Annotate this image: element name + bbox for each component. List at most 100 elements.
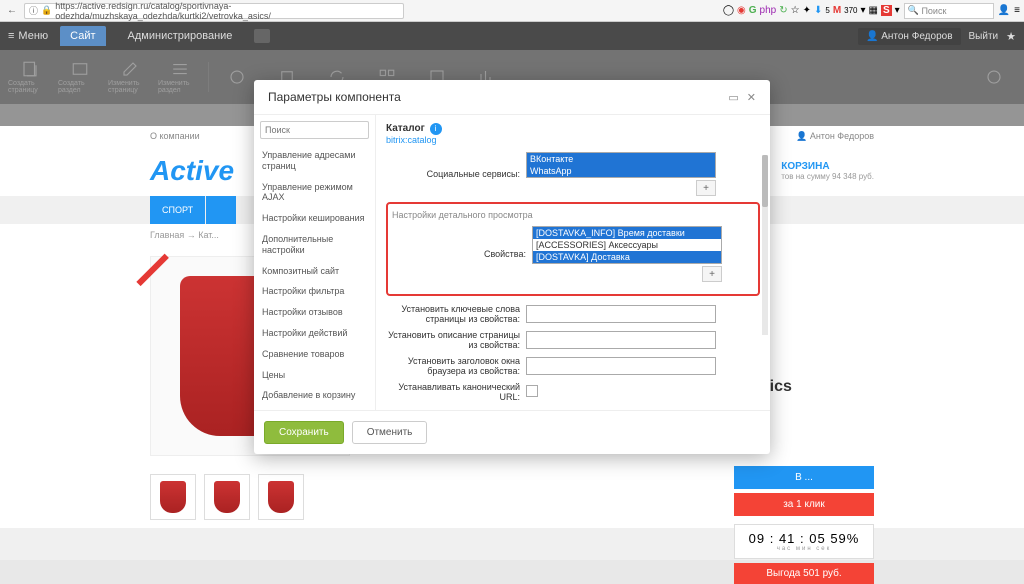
sale-ribbon [136, 254, 169, 287]
create-section-icon[interactable]: Создать раздел [58, 55, 102, 99]
sidebar-item[interactable]: Дополнительные настройки [254, 229, 375, 261]
url-bar[interactable]: ⓘ 🔒 https://active.redsign.ru/catalog/sp… [24, 3, 404, 19]
sidebar-item[interactable]: Настройки TOP'а [254, 406, 375, 410]
lock-icon: 🔒 [41, 5, 52, 16]
one-click-button[interactable]: за 1 клик [734, 493, 874, 516]
select-option[interactable]: [ACCESSORIES] Аксессуары [533, 239, 721, 251]
header-link[interactable]: О компании [150, 131, 200, 141]
debug-icon[interactable] [972, 55, 1016, 99]
profile-icon[interactable]: 👤 [998, 5, 1010, 16]
field-label: Устанавливать канонический URL: [386, 382, 520, 402]
tab-admin[interactable]: Администрирование [118, 26, 243, 46]
ext-icon[interactable]: ↻ [779, 5, 787, 16]
gmail-icon[interactable]: M [833, 5, 841, 16]
seo-icon[interactable] [215, 55, 259, 99]
mail-badge: 370 [844, 6, 857, 15]
select-option[interactable]: [DOSTAVKA_INFO] Время доставки [533, 227, 721, 239]
component-header: Каталог i bitrix:catalog [386, 123, 760, 146]
menu-button[interactable]: ≡ Меню [8, 30, 48, 42]
tab-site[interactable]: Сайт [60, 26, 105, 46]
back-icon[interactable]: ← [4, 3, 20, 19]
ext-icon[interactable]: ▾ [895, 5, 900, 16]
header-user[interactable]: 👤 Антон Федоров [796, 131, 874, 142]
sidebar-item[interactable]: Цены [254, 365, 375, 386]
nav-item[interactable]: СПОРТ [150, 196, 205, 224]
component-id[interactable]: bitrix:catalog [386, 135, 437, 145]
add-button[interactable]: + [702, 266, 722, 282]
field-description: Установить описание страницы из свойства… [386, 330, 760, 350]
info-icon: ⓘ [29, 4, 38, 17]
content-scrollbar[interactable] [762, 155, 768, 335]
star-icon[interactable]: ★ [1006, 30, 1016, 43]
wintitle-select[interactable] [526, 357, 716, 375]
site-logo[interactable]: Active [150, 155, 234, 187]
sidebar-item[interactable]: Сравнение товаров [254, 344, 375, 365]
canonical-checkbox[interactable] [526, 385, 538, 397]
create-page-icon[interactable]: Создать страницу [8, 55, 52, 99]
field-window-title: Установить заголовок окна браузера из св… [386, 356, 760, 376]
save-button[interactable]: Сохранить [264, 421, 344, 444]
field-canonical: Устанавливать канонический URL: [386, 382, 760, 402]
url-text: https://active.redsign.ru/catalog/sporti… [55, 1, 399, 21]
ext-icon[interactable]: php [760, 5, 777, 16]
sidebar-item[interactable]: Настройки фильтра [254, 281, 375, 302]
ext-icon[interactable]: G [749, 5, 757, 16]
ext-icon[interactable]: ◉ [737, 5, 746, 16]
select-option[interactable]: [DOSTAVKA] Доставка [533, 251, 721, 263]
sidebar-list[interactable]: Управление адресами страницУправление ре… [254, 145, 375, 410]
basket-widget[interactable]: КОРЗИНА тов на сумму 94 348 руб. [781, 161, 874, 181]
select-option[interactable]: WhatsApp [527, 165, 715, 177]
product-thumb[interactable] [258, 474, 304, 520]
sidebar-item[interactable]: Управление адресами страниц [254, 145, 375, 177]
discount-badge: Выгода 501 руб. [734, 563, 874, 584]
add-button[interactable]: + [696, 180, 716, 196]
field-label: Установить ключевые слова страницы из св… [386, 304, 520, 324]
modal-header: Параметры компонента ▭ ✕ [254, 80, 770, 115]
field-label: Установить заголовок окна браузера из св… [386, 356, 520, 376]
add-to-basket-button[interactable]: В ... [734, 466, 874, 489]
sidebar-search-input[interactable] [260, 121, 369, 139]
close-icon[interactable]: ✕ [747, 91, 756, 104]
admin-toolbar: ≡ Меню Сайт Администрирование 👤 Антон Фе… [0, 22, 1024, 50]
product-thumb[interactable] [150, 474, 196, 520]
edit-section-icon[interactable]: Изменить раздел [158, 55, 202, 99]
sidebar-item[interactable]: Композитный сайт [254, 261, 375, 282]
field-label: Социальные сервисы: [386, 169, 520, 179]
field-label: Установить описание страницы из свойства… [386, 330, 520, 350]
modal-content: Каталог i bitrix:catalog Социальные серв… [376, 115, 770, 410]
maximize-icon[interactable]: ▭ [728, 91, 738, 104]
ext-icon[interactable]: ▾ [861, 5, 866, 16]
browser-search[interactable]: 🔍 Поиск [904, 3, 994, 19]
product-thumb[interactable] [204, 474, 250, 520]
description-select[interactable] [526, 331, 716, 349]
exit-link[interactable]: Выйти [969, 31, 999, 42]
component-name: Каталог [386, 123, 425, 134]
properties-select[interactable]: [DOSTAVKA_INFO] Время доставки[ACCESSORI… [532, 226, 722, 264]
keywords-select[interactable] [526, 305, 716, 323]
ext-icon[interactable]: ✦ [803, 5, 811, 16]
extension-icons: ◯ ◉ G php ↻ ☆ ✦ ⬇ 5 M 370 ▾ ▦ S ▾ [723, 5, 900, 16]
sidebar-item[interactable]: Настройки кеширования [254, 208, 375, 229]
select-option[interactable]: ВКонтакте [527, 153, 715, 165]
sidebar-item[interactable]: Управление режимом AJAX [254, 177, 375, 209]
cancel-button[interactable]: Отменить [352, 421, 428, 444]
info-icon[interactable]: i [430, 123, 442, 135]
ext-icon[interactable]: ◯ [723, 5, 734, 16]
nav-item[interactable] [206, 196, 236, 224]
highlighted-section: Настройки детального просмотра Свойства:… [386, 202, 760, 296]
ext-icon[interactable]: S [881, 5, 892, 16]
download-icon[interactable]: ⬇ [814, 5, 822, 16]
modal-sidebar: Управление адресами страницУправление ре… [254, 115, 376, 410]
component-params-modal: Параметры компонента ▭ ✕ Управление адре… [254, 80, 770, 454]
menu-icon[interactable]: ≡ [1014, 5, 1020, 16]
toggle-icon[interactable] [254, 29, 270, 43]
sidebar-item[interactable]: Настройки отзывов [254, 302, 375, 323]
sidebar-item[interactable]: Добавление в корзину [254, 385, 375, 406]
star-icon[interactable]: ☆ [791, 5, 800, 16]
ext-icon[interactable]: ▦ [869, 5, 878, 16]
sidebar-item[interactable]: Настройки действий [254, 323, 375, 344]
field-social: Социальные сервисы: ВКонтакте WhatsApp + [386, 152, 760, 196]
user-badge[interactable]: 👤 Антон Федоров [858, 28, 961, 45]
edit-page-icon[interactable]: Изменить страницу [108, 55, 152, 99]
social-select[interactable]: ВКонтакте WhatsApp [526, 152, 716, 178]
